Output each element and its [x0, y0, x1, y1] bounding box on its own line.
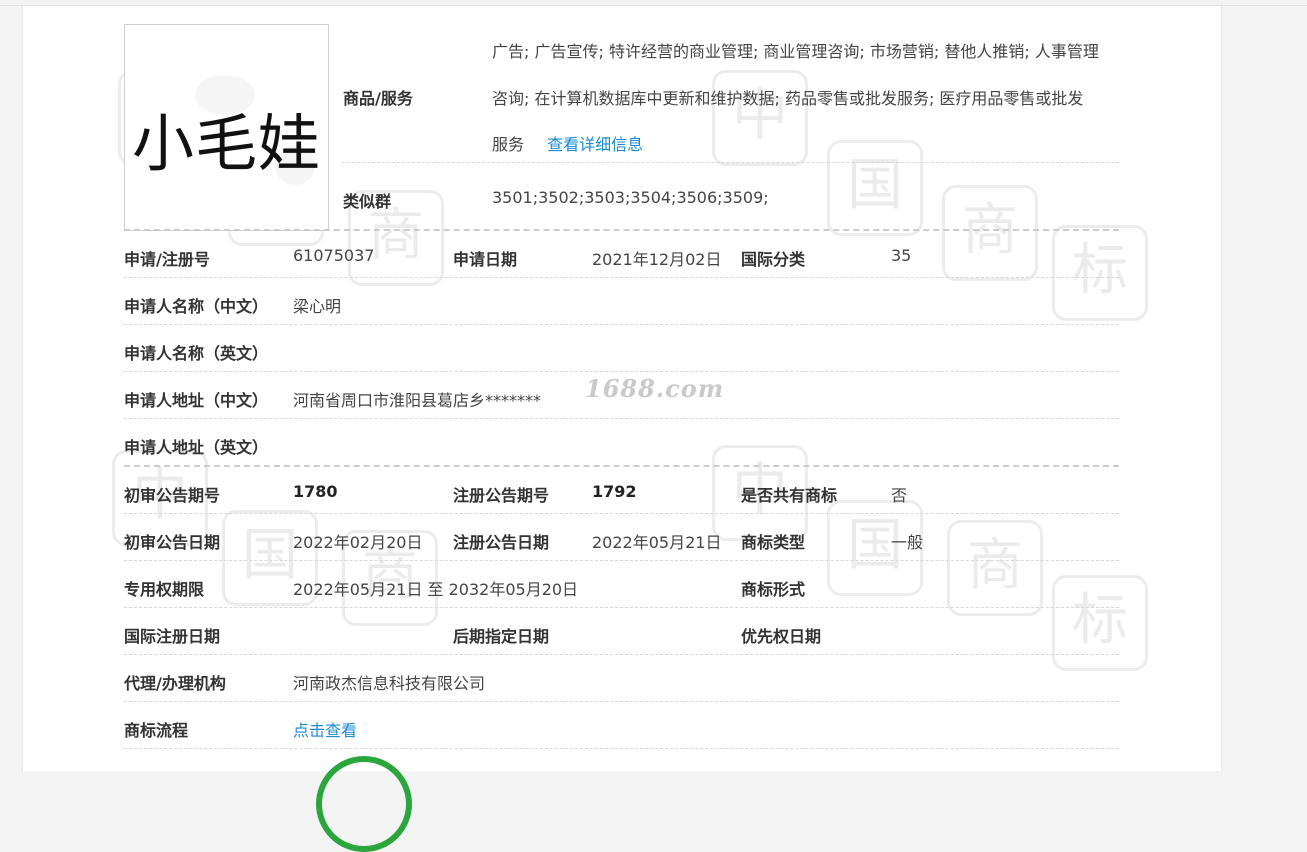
goods-line-3-text: 服务	[492, 135, 525, 154]
goods-line-3: 服务 查看详细信息	[492, 131, 643, 155]
trademark-image: 小毛娃	[124, 24, 329, 231]
apply-date-label: 申请日期	[453, 250, 518, 269]
intl-class-label: 国际分类	[741, 250, 806, 269]
goods-label: 商品/服务	[343, 89, 413, 108]
site-watermark: 1688.com	[585, 374, 725, 403]
similar-group-label: 类似群	[343, 192, 392, 211]
priority-date-label: 优先权日期	[741, 627, 822, 646]
tm-form-label: 商标形式	[741, 580, 806, 599]
divider	[124, 607, 1119, 608]
prelim-issue-value: 1780	[293, 482, 338, 501]
divider	[124, 560, 1119, 561]
prelim-date-label: 初审公告日期	[124, 533, 221, 552]
status-stamp	[316, 756, 412, 852]
reg-no-value: 61075037	[293, 246, 375, 265]
section-divider	[124, 465, 1119, 467]
divider	[124, 701, 1119, 702]
exclusive-period-label: 专用权期限	[124, 580, 205, 599]
shared-value: 否	[891, 486, 908, 505]
agent-label: 代理/办理机构	[124, 674, 226, 693]
goods-line-2: 咨询; 在计算机数据库中更新和维护数据; 药品零售或批发服务; 医疗用品零售或批…	[492, 89, 1084, 108]
address-en-label: 申请人地址（英文）	[124, 438, 269, 457]
divider	[124, 654, 1119, 655]
divider	[342, 162, 1119, 163]
later-date-label: 后期指定日期	[453, 627, 550, 646]
process-link[interactable]: 点击查看	[293, 717, 357, 741]
prelim-issue-label: 初审公告期号	[124, 486, 221, 505]
divider	[124, 277, 1119, 278]
intl-reg-date-label: 国际注册日期	[124, 627, 221, 646]
applicant-cn-value: 梁心明	[293, 297, 342, 316]
reg-issue-value: 1792	[592, 482, 637, 501]
divider	[124, 418, 1119, 419]
reg-date-label: 注册公告日期	[453, 533, 550, 552]
tm-type-value: 一般	[891, 533, 924, 552]
divider	[124, 371, 1119, 372]
exclusive-period-value: 2022年05月21日 至 2032年05月20日	[293, 580, 579, 599]
process-label: 商标流程	[124, 721, 189, 740]
apply-date-value: 2021年12月02日	[592, 250, 722, 269]
prelim-date-value: 2022年02月20日	[293, 533, 423, 552]
applicant-cn-label: 申请人名称（中文）	[124, 297, 269, 316]
reg-date-value: 2022年05月21日	[592, 533, 722, 552]
applicant-en-label: 申请人名称（英文）	[124, 344, 269, 363]
agent-value: 河南政杰信息科技有限公司	[293, 674, 486, 693]
divider	[124, 513, 1119, 514]
reg-no-label: 申请/注册号	[124, 250, 210, 269]
reg-issue-label: 注册公告期号	[453, 486, 550, 505]
section-divider	[124, 229, 1119, 231]
divider	[124, 748, 1119, 749]
address-cn-label: 申请人地址（中文）	[124, 391, 269, 410]
address-cn-value: 河南省周口市淮阳县葛店乡*******	[293, 391, 542, 410]
divider	[124, 324, 1119, 325]
similar-group-value: 3501;3502;3503;3504;3506;3509;	[492, 188, 769, 207]
view-detail-link[interactable]: 查看详细信息	[547, 135, 643, 154]
goods-line-1: 广告; 广告宣传; 特许经营的商业管理; 商业管理咨询; 市场营销; 替他人推销…	[492, 42, 1099, 61]
shared-label: 是否共有商标	[741, 486, 838, 505]
trademark-text: 小毛娃	[131, 107, 321, 180]
intl-class-value: 35	[891, 246, 912, 265]
tm-type-label: 商标类型	[741, 533, 806, 552]
